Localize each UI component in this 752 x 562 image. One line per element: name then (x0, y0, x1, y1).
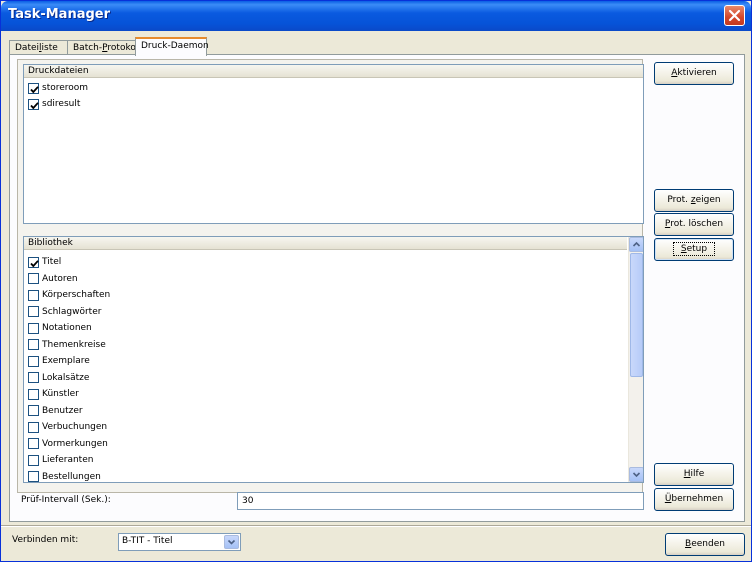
list-item[interactable]: Exemplare (28, 354, 90, 368)
list-item-label: Exemplare (42, 356, 90, 366)
beenden-button[interactable]: Beenden (665, 533, 745, 556)
bibliothek-scrollbar[interactable] (628, 237, 643, 482)
checkbox[interactable] (28, 471, 39, 482)
close-button[interactable] (724, 5, 745, 26)
aktivieren-button[interactable]: Aktivieren (654, 62, 734, 85)
window-title: Task-Manager (8, 7, 111, 22)
list-item[interactable]: Schlagwörter (28, 305, 101, 319)
list-item-label: Titel (42, 257, 62, 267)
checkbox[interactable] (28, 289, 39, 301)
tab-druck-daemon[interactable]: Druck-Daemon (135, 37, 209, 56)
verbinden-label: Verbinden mit: (12, 535, 79, 545)
list-item[interactable]: Verbuchungen (28, 420, 107, 434)
checkbox[interactable] (28, 256, 39, 268)
uebernehmen-button[interactable]: Übernehmen (654, 488, 734, 511)
bibliothek-header: Bibliothek (24, 237, 627, 250)
list-item-label: Benutzer (42, 405, 83, 416)
checkmark-icon (30, 85, 39, 93)
verbinden-select[interactable]: B-TIT - Titel (118, 533, 241, 551)
list-item[interactable]: Lieferanten (28, 453, 93, 467)
separator (1, 525, 751, 527)
verbinden-selected-value: B-TIT - Titel (122, 536, 173, 546)
pruef-intervall-input[interactable]: 30 (237, 492, 644, 510)
chevron-down-icon (227, 539, 236, 545)
checkbox[interactable] (28, 421, 39, 433)
scroll-up-button[interactable] (629, 237, 643, 252)
checkbox[interactable] (28, 438, 39, 449)
list-item-label: Schlagwörter (42, 306, 102, 317)
bibliothek-list[interactable]: Bibliothek Titel Autoren Körperschaften Sch… (23, 236, 644, 483)
prot-loeschen-button[interactable]: Prot. löschen (654, 213, 734, 236)
list-item-label: Vormerkungen (42, 438, 108, 449)
checkmark-icon (30, 259, 39, 267)
prot-zeigen-button[interactable]: Prot. zeigen (654, 189, 734, 212)
checkbox[interactable] (28, 273, 39, 284)
scroll-thumb[interactable] (630, 253, 643, 377)
chevron-down-icon (632, 472, 641, 478)
pruef-intervall-label: Prüf-Intervall (Sek.): (21, 495, 111, 505)
list-item[interactable]: storeroom (28, 81, 88, 95)
scroll-down-button[interactable] (629, 467, 643, 482)
list-item[interactable]: Benutzer (28, 404, 83, 418)
list-item[interactable]: Lokalsätze (28, 371, 89, 385)
checkbox[interactable] (28, 98, 39, 110)
checkbox[interactable] (28, 322, 39, 334)
checkbox[interactable] (28, 372, 39, 383)
checkbox[interactable] (28, 405, 39, 416)
list-item[interactable]: Vormerkungen (28, 437, 108, 451)
list-item-label: Körperschaften (42, 290, 111, 300)
list-item[interactable]: Notationen (28, 321, 92, 335)
list-item[interactable]: Autoren (28, 272, 78, 286)
list-item[interactable]: Titel (28, 255, 61, 269)
checkbox[interactable] (28, 306, 39, 317)
list-item[interactable]: Künstler (28, 387, 79, 401)
list-item[interactable]: Körperschaften (28, 288, 110, 302)
dropdown-button[interactable] (224, 535, 239, 549)
list-item-label: Notationen (42, 323, 92, 333)
druckdateien-list[interactable]: Druckdateien storeroom sdiresult (23, 64, 644, 224)
list-item[interactable]: Bestellungen (28, 470, 101, 482)
list-item-label: Verbuchungen (42, 422, 108, 432)
list-item-label: Autoren (42, 273, 78, 284)
list-item[interactable]: sdiresult (28, 97, 80, 111)
checkbox[interactable] (28, 454, 39, 466)
list-item-label: Bestellungen (42, 471, 101, 482)
setup-button[interactable]: Setup (654, 238, 734, 261)
chevron-up-icon (632, 241, 641, 247)
checkbox[interactable] (28, 339, 39, 350)
list-item-label: Lieferanten (42, 455, 94, 465)
task-manager-window: Task-Manager Dateiliste Batch-Protokoll … (0, 0, 752, 562)
title-bar[interactable]: Task-Manager (1, 1, 751, 31)
list-item-label: Themenkreise (42, 339, 106, 350)
druckdateien-header: Druckdateien (24, 65, 643, 78)
list-item[interactable]: Themenkreise (28, 338, 106, 352)
list-item-label: storeroom (42, 83, 89, 93)
list-item-label: Künstler (42, 389, 79, 399)
close-icon (728, 9, 741, 22)
checkmark-icon (30, 101, 39, 109)
checkbox[interactable] (28, 388, 39, 400)
list-item-label: Lokalsätze (42, 372, 90, 383)
hilfe-button[interactable]: Hilfe (654, 463, 734, 486)
checkbox[interactable] (28, 355, 39, 367)
list-item-label: sdiresult (42, 99, 81, 109)
checkbox[interactable] (28, 82, 39, 94)
